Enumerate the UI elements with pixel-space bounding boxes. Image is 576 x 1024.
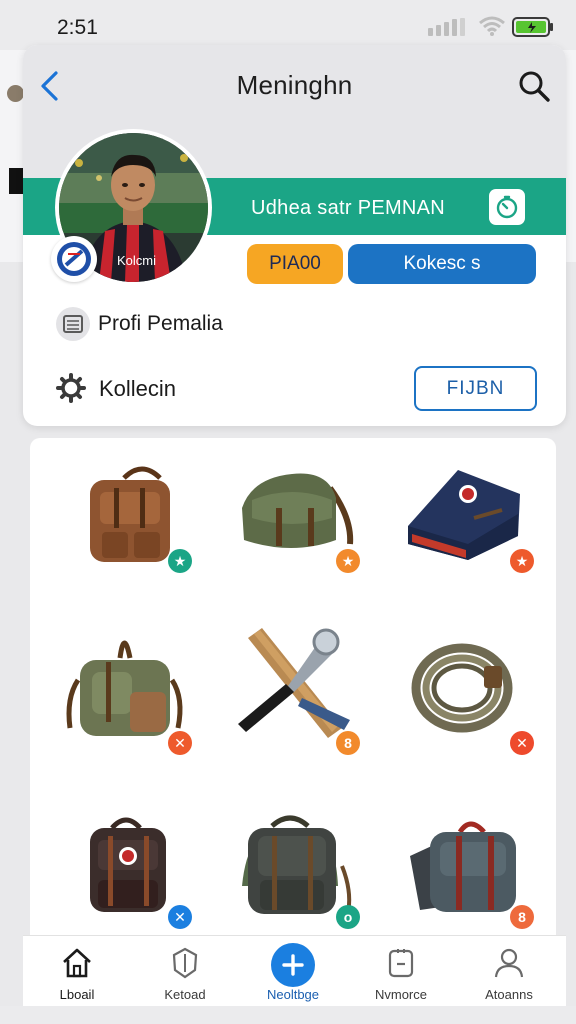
bottom-nav: Lboail Ketoad Neoltbge Nvmorce Atoanns [23, 935, 566, 1006]
coiled-rope-icon [411, 643, 513, 733]
status-time: 2:51 [57, 16, 98, 39]
nav-item-tablet[interactable]: Nvmorce [347, 936, 455, 1007]
plus-icon [282, 954, 304, 976]
timer-icon [496, 195, 518, 219]
nav-label-add: Neoltbge [266, 987, 320, 1002]
home-icon [63, 948, 91, 978]
slate-duffel-bag-icon [410, 821, 516, 912]
list-icon [56, 307, 90, 341]
grid-item[interactable] [242, 806, 392, 956]
profile-name: Udhea satr PEMNAN [251, 197, 446, 219]
nav-label-home: Lboail [59, 987, 95, 1002]
dark-backpack-icon [90, 817, 166, 912]
background-fragment [9, 168, 23, 194]
grid-item[interactable] [406, 806, 556, 956]
item-badge: 8 [336, 731, 360, 755]
grid-item[interactable] [398, 448, 548, 598]
battery-icon [512, 17, 553, 37]
nav-item-add[interactable]: Neoltbge [239, 936, 347, 1007]
nav-label-account: Atoanns [485, 987, 533, 1002]
status-bar: 2:51 [0, 0, 576, 50]
home-indicator-area [0, 1006, 576, 1024]
grid-item[interactable] [82, 806, 232, 956]
grid-item[interactable] [232, 448, 382, 598]
timer-button[interactable] [489, 189, 525, 225]
item-badge: o [336, 905, 360, 929]
person-icon [494, 948, 524, 978]
nav-item-account[interactable]: Atoanns [455, 936, 563, 1007]
item-badge: ✕ [510, 731, 534, 755]
grid-item[interactable] [72, 448, 222, 598]
gear-icon [56, 373, 86, 403]
nav-label-shield: Ketoad [164, 987, 206, 1002]
navy-folded-bag-icon [408, 470, 520, 560]
item-badge: ★ [510, 549, 534, 573]
svg-text:Kolcmi: Kolcmi [117, 253, 156, 268]
item-badge: ✕ [168, 731, 192, 755]
nav-item-home[interactable]: Lboail [23, 936, 131, 1007]
stats-pill[interactable]: PIA00 [247, 244, 343, 284]
profile-link-label: Profi Pemalia [98, 312, 223, 335]
tablet-icon [388, 949, 414, 978]
shield-icon [172, 947, 198, 979]
green-messenger-bag-icon [242, 473, 354, 548]
item-badge: ★ [336, 549, 360, 573]
grid-item[interactable] [410, 618, 560, 768]
profile-card: Meninghn Udhea satr PEMNAN PIA00 Kokesc … [23, 45, 566, 426]
collection-label: Kollecin [99, 376, 177, 401]
signal-icon [428, 18, 465, 36]
collection-pill[interactable]: Kokesc s [348, 244, 536, 284]
grey-green-backpack-icon [242, 815, 352, 921]
items-grid: ★ ★ ★ ✕ 8 ✕ ✕ o 8 [30, 438, 556, 958]
nav-item-shield[interactable]: Ketoad [131, 936, 239, 1007]
item-badge: ✕ [168, 905, 192, 929]
page-title: Meninghn [236, 70, 353, 100]
item-badge: ★ [168, 549, 192, 573]
nav-label-tablet: Nvmorce [374, 987, 427, 1002]
club-badge-icon [51, 236, 97, 282]
item-badge: 8 [510, 905, 534, 929]
follow-button[interactable]: FIJBN [414, 366, 537, 411]
add-button[interactable] [271, 943, 315, 987]
search-icon[interactable] [517, 69, 551, 103]
wifi-icon [479, 16, 505, 36]
background-avatar-fragment [7, 85, 24, 102]
brown-backpack-icon [90, 466, 170, 562]
